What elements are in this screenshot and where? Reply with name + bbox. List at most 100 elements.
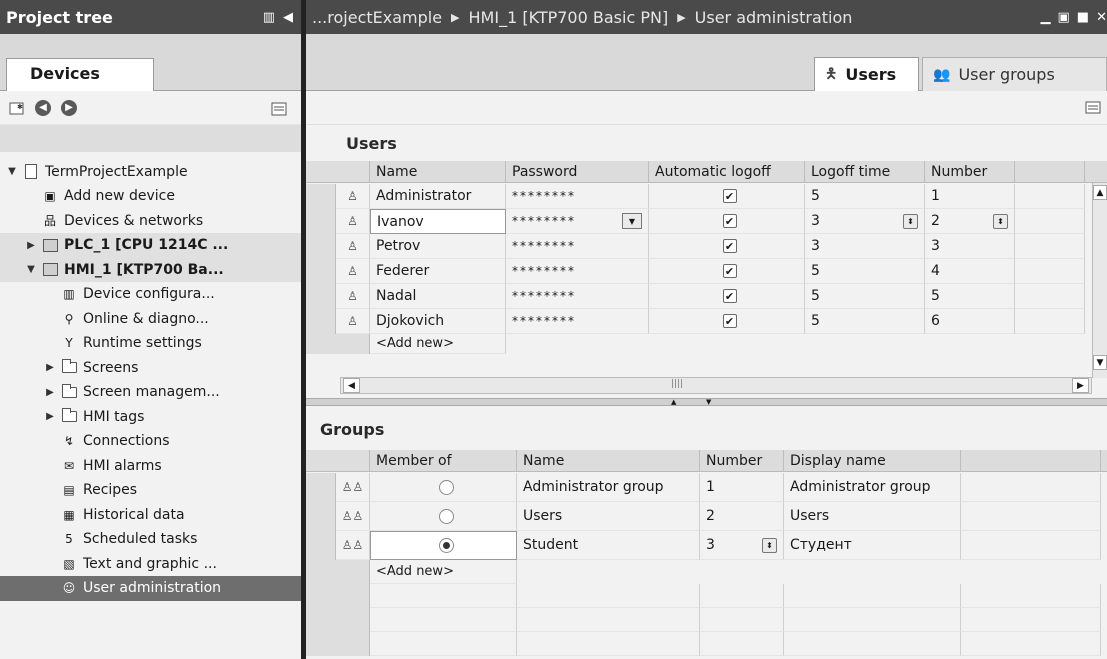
member-of-cell[interactable] xyxy=(370,502,517,531)
column-header[interactable]: Member of xyxy=(370,450,517,472)
tree-item[interactable]: ⚲ Online & diagno... xyxy=(0,306,301,331)
scroll-left-icon[interactable]: ◀ xyxy=(343,378,360,393)
tree-item[interactable]: ▶ HMI tags xyxy=(0,404,301,429)
group-name-cell[interactable]: Users xyxy=(517,502,700,531)
row-gutter[interactable] xyxy=(306,502,336,531)
tab-devices[interactable]: Devices xyxy=(6,58,154,91)
logoff-time-cell[interactable]: 3 ⬍ xyxy=(805,209,925,234)
column-header[interactable]: Number xyxy=(925,161,1015,183)
group-display-name-cell[interactable]: Студент xyxy=(784,531,961,560)
member-of-cell[interactable] xyxy=(370,473,517,502)
logoff-time-cell[interactable]: 5 xyxy=(805,184,925,209)
users-horizontal-scrollbar[interactable]: ◀ |||| ▶ xyxy=(340,377,1092,394)
add-new-user[interactable]: <Add new> xyxy=(370,334,506,354)
tree-item[interactable]: 品 Devices & networks xyxy=(0,208,301,233)
number-cell[interactable]: 5 xyxy=(925,284,1015,309)
collapse-pane-icon[interactable]: ◀ xyxy=(283,10,293,25)
section-splitter[interactable]: ▲ ▼ xyxy=(306,398,1107,406)
table-row[interactable]: ♙♙ Users 2 Users xyxy=(306,502,1107,531)
tree-item[interactable]: ▶ Screen managem... xyxy=(0,380,301,405)
table-row[interactable]: ♙ Petrov ******** ✔ 3 3 xyxy=(306,234,1107,259)
show-overview-icon[interactable] xyxy=(271,99,289,117)
column-header[interactable]: Name xyxy=(370,161,506,183)
member-of-cell[interactable] xyxy=(370,531,517,560)
tree-item[interactable]: ✉ HMI alarms xyxy=(0,453,301,478)
row-gutter[interactable] xyxy=(306,209,336,234)
automatic-logoff-cell[interactable]: ✔ xyxy=(649,209,805,234)
group-display-name-cell[interactable]: Administrator group xyxy=(784,473,961,502)
float-window-icon[interactable]: ▣ xyxy=(1058,10,1070,25)
breadcrumb-device[interactable]: HMI_1 [KTP700 Basic PN] xyxy=(469,8,669,27)
breadcrumb-project[interactable]: ...rojectExample xyxy=(312,8,442,27)
number-cell[interactable]: 2 ⬍ xyxy=(925,209,1015,234)
column-header[interactable]: Display name xyxy=(784,450,961,472)
automatic-logoff-checkbox[interactable]: ✔ xyxy=(722,264,737,278)
member-of-radio[interactable] xyxy=(438,508,454,524)
password-cell[interactable]: ******** xyxy=(506,284,649,309)
column-header[interactable]: Password xyxy=(506,161,649,183)
automatic-logoff-checkbox[interactable]: ✔ xyxy=(722,314,737,328)
member-of-radio[interactable] xyxy=(439,538,454,553)
number-cell[interactable]: 6 xyxy=(925,309,1015,334)
automatic-logoff-cell[interactable]: ✔ xyxy=(649,184,805,209)
breadcrumb-editor[interactable]: User administration xyxy=(695,8,853,27)
twisty-icon[interactable]: ▼ xyxy=(25,264,37,275)
user-name-cell[interactable]: Administrator xyxy=(370,184,506,209)
automatic-logoff-cell[interactable]: ✔ xyxy=(649,284,805,309)
table-row[interactable]: ♙ Administrator ******** ✔ 5 1 xyxy=(306,184,1107,209)
twisty-icon[interactable]: ▶ xyxy=(25,240,37,251)
row-gutter[interactable] xyxy=(306,473,336,502)
member-of-radio[interactable] xyxy=(438,479,454,495)
add-new-row[interactable]: <Add new> xyxy=(306,334,1107,354)
number-cell[interactable]: 4 xyxy=(925,259,1015,284)
tree-item[interactable]: ▣ Add new device xyxy=(0,184,301,209)
twisty-icon[interactable]: ▼ xyxy=(6,166,18,177)
tree-item[interactable]: ▥ Device configura... xyxy=(0,282,301,307)
tree-item[interactable]: 5 Scheduled tasks xyxy=(0,527,301,552)
new-group-icon[interactable]: ✱ xyxy=(8,99,26,117)
logoff-time-cell[interactable]: 5 xyxy=(805,259,925,284)
maximize-icon[interactable]: ■ xyxy=(1077,10,1089,25)
back-icon[interactable]: ◀ xyxy=(34,99,52,117)
automatic-logoff-checkbox[interactable]: ✔ xyxy=(722,239,737,253)
close-icon[interactable]: ✕ xyxy=(1096,10,1107,25)
add-new-row[interactable]: <Add new> xyxy=(306,560,1107,584)
group-name-cell[interactable]: Student xyxy=(517,531,700,560)
logoff-time-cell[interactable]: 5 xyxy=(805,309,925,334)
tree-item[interactable]: ▼ HMI_1 [KTP700 Ba... xyxy=(0,257,301,282)
automatic-logoff-cell[interactable]: ✔ xyxy=(649,259,805,284)
group-number-cell[interactable]: 2 xyxy=(700,502,784,531)
add-new-group[interactable]: <Add new> xyxy=(370,560,517,584)
password-cell[interactable]: ******** xyxy=(506,309,649,334)
group-display-name-cell[interactable]: Users xyxy=(784,502,961,531)
twisty-icon[interactable]: ▶ xyxy=(44,387,56,398)
users-vertical-scrollbar[interactable]: ▲ ▼ xyxy=(1092,183,1107,378)
group-name-cell[interactable]: Administrator group xyxy=(517,473,700,502)
tree-item[interactable]: ↯ Connections xyxy=(0,429,301,454)
column-header[interactable]: Automatic logoff xyxy=(649,161,805,183)
number-cell[interactable]: 3 xyxy=(925,234,1015,259)
row-gutter[interactable] xyxy=(306,284,336,309)
row-gutter[interactable] xyxy=(306,309,336,334)
table-row[interactable]: ♙ Djokovich ******** ✔ 5 6 xyxy=(306,309,1107,334)
password-cell[interactable]: ******** ▼ xyxy=(506,209,649,234)
forward-icon[interactable]: ▶ xyxy=(60,99,78,117)
group-number-cell[interactable]: 3 ⬍ xyxy=(700,531,784,560)
scroll-up-icon[interactable]: ▲ xyxy=(1093,185,1107,200)
logoff-time-cell[interactable]: 3 xyxy=(805,234,925,259)
splitter-down-icon[interactable]: ▼ xyxy=(706,398,711,406)
tree-item[interactable]: ▦ Historical data xyxy=(0,502,301,527)
tree-item[interactable]: ▧ Text and graphic ... xyxy=(0,551,301,576)
logoff-time-cell[interactable]: 5 xyxy=(805,284,925,309)
user-name-cell[interactable]: Federer xyxy=(370,259,506,284)
automatic-logoff-cell[interactable]: ✔ xyxy=(649,309,805,334)
spinner-icon[interactable]: ⬍ xyxy=(993,213,1008,229)
table-row[interactable]: ♙ Ivanov ******** ▼ ✔ 3 ⬍ 2 ⬍ xyxy=(306,209,1107,234)
table-row[interactable]: ♙ Federer ******** ✔ 5 4 xyxy=(306,259,1107,284)
tree-item[interactable]: Y Runtime settings xyxy=(0,331,301,356)
editor-overview-icon[interactable] xyxy=(1085,100,1101,118)
twisty-icon[interactable]: ▶ xyxy=(44,411,56,422)
tree-item[interactable]: ▶ Screens xyxy=(0,355,301,380)
user-name-cell[interactable]: Djokovich xyxy=(370,309,506,334)
table-row[interactable]: ♙♙ Student 3 ⬍ Студент xyxy=(306,531,1107,560)
